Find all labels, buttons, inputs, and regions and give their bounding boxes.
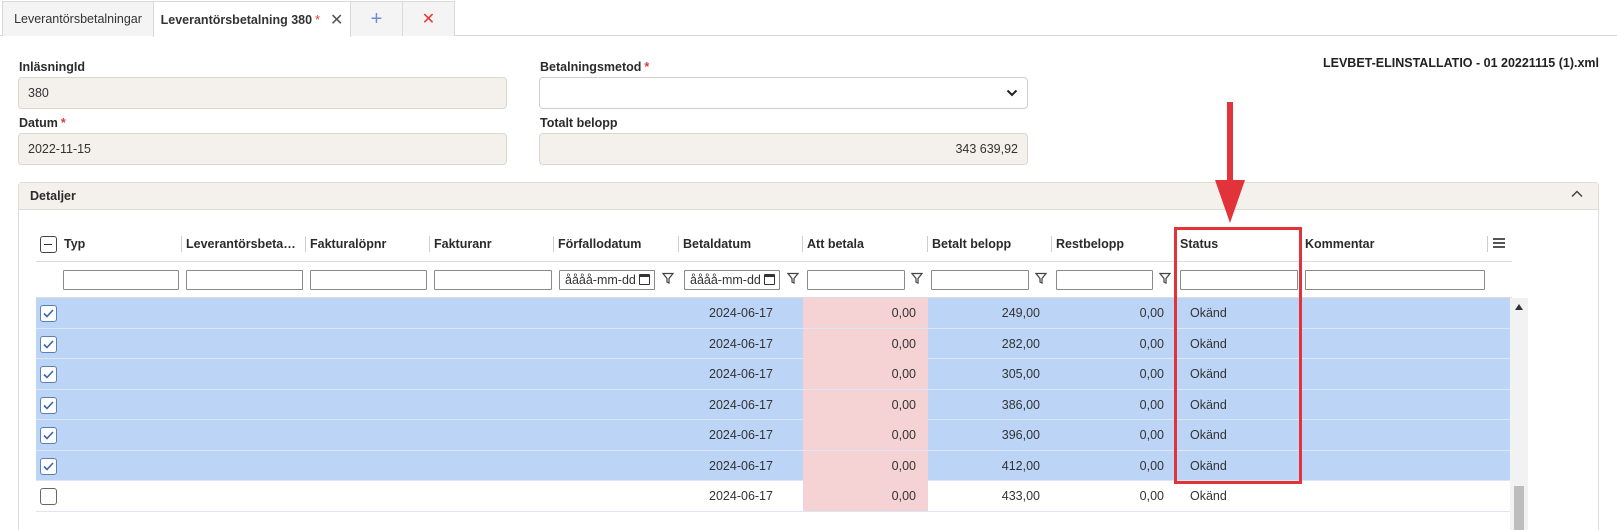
filter-icon[interactable] (787, 272, 799, 284)
col-fakturanr[interactable]: Fakturanr (430, 226, 554, 262)
col-betaldatum[interactable]: Betaldatum (679, 226, 803, 262)
calendar-icon (639, 274, 650, 285)
row-checkbox[interactable] (40, 488, 57, 505)
cell-betaldatum: 2024-06-17 (709, 489, 773, 503)
cell-restbelopp: 0,00 (1139, 397, 1164, 412)
cell-betaldatum: 2024-06-17 (709, 428, 773, 442)
grid-scrollbar[interactable] (1510, 298, 1528, 530)
cell-betalt-belopp: 386,00 (1001, 397, 1040, 412)
cell-betalt-belopp: 433,00 (1001, 489, 1040, 503)
totalt-belopp-field: 343 639,92 (539, 133, 1028, 165)
cell-restbelopp: 0,00 (1139, 367, 1164, 381)
cell-att-betala: 0,00 (803, 298, 928, 328)
annotation-arrow (1227, 102, 1233, 182)
filter-typ[interactable] (63, 270, 179, 290)
filter-leverantorsbetalning[interactable] (186, 270, 303, 290)
col-typ[interactable]: Typ (60, 226, 182, 262)
cell-status: Okänd (1190, 489, 1227, 503)
filter-icon[interactable] (1159, 272, 1171, 284)
totalt-belopp-label: Totalt belopp (540, 116, 618, 130)
file-name: LEVBET-ELINSTALLATIO - 01 20221115 (1).x… (1322, 56, 1599, 70)
select-all-checkbox[interactable] (40, 236, 57, 253)
betalningsmetod-select[interactable] (539, 77, 1028, 109)
calendar-icon (764, 274, 775, 285)
add-tab-button[interactable]: + (350, 1, 403, 36)
col-leverantorsbetalning[interactable]: Leverantörsbeta…↑ (182, 226, 306, 262)
row-checkbox[interactable] (40, 457, 57, 475)
cell-restbelopp: 0,00 (1139, 336, 1164, 351)
col-restbelopp[interactable]: Restbelopp (1052, 226, 1176, 262)
filter-icon[interactable] (1035, 272, 1047, 284)
filter-fakturalopnr[interactable] (310, 270, 427, 290)
cell-betalt-belopp: 396,00 (1001, 428, 1040, 442)
row-checkbox[interactable] (40, 396, 57, 414)
cell-betaldatum: 2024-06-17 (709, 336, 773, 351)
col-att-betala[interactable]: Att betala (803, 226, 928, 262)
row-checkbox[interactable] (40, 305, 57, 322)
required-mark: * (315, 12, 320, 27)
tab-leverantorsbetalning-380[interactable]: Leverantörsbetalning 380 * ✕ (153, 1, 351, 37)
cell-att-betala: 0,00 (803, 420, 928, 450)
col-forfallodatum[interactable]: Förfallodatum (554, 226, 679, 262)
close-icon: ✕ (421, 11, 436, 28)
scroll-thumb[interactable] (1514, 486, 1524, 530)
chevron-down-icon (1006, 89, 1018, 97)
filter-betalt-belopp[interactable] (931, 270, 1029, 290)
cell-betalt-belopp: 412,00 (1001, 458, 1040, 473)
cell-betaldatum: 2024-06-17 (709, 458, 773, 473)
plus-icon: + (370, 7, 383, 30)
cell-betalt-belopp: 305,00 (1001, 367, 1040, 381)
close-all-tabs-button[interactable]: ✕ (402, 1, 455, 36)
col-betalt-belopp[interactable]: Betalt belopp (928, 226, 1052, 262)
row-checkbox[interactable] (40, 335, 57, 353)
cell-att-betala: 0,00 (803, 359, 928, 389)
table-row[interactable]: 2024-06-17 0,00 433,00 0,00 Okänd (36, 481, 1512, 512)
inlasning-field: 380 (18, 77, 507, 109)
close-tab-icon[interactable]: ✕ (330, 10, 343, 30)
col-fakturalopnr[interactable]: Fakturalöpnr (306, 226, 430, 262)
filter-icon[interactable] (911, 272, 923, 284)
cell-att-betala: 0,00 (803, 481, 928, 511)
filter-kommentar[interactable] (1305, 270, 1485, 290)
betalningsmetod-label: Betalningsmetod * (540, 60, 650, 74)
cell-betalt-belopp: 282,00 (1001, 336, 1040, 351)
annotation-arrow-head (1215, 180, 1245, 223)
panel-title: Detaljer (30, 189, 76, 203)
column-menu-icon[interactable] (1493, 238, 1505, 250)
cell-att-betala: 0,00 (803, 450, 928, 481)
cell-betaldatum: 2024-06-17 (709, 306, 773, 320)
filter-forfallodatum[interactable]: åååå-mm-dd (559, 270, 655, 290)
cell-att-betala: 0,00 (803, 389, 928, 420)
row-checkbox[interactable] (40, 366, 57, 383)
cell-restbelopp: 0,00 (1139, 458, 1164, 473)
datum-label: Datum * (19, 116, 66, 130)
tab-leverantorsbetalningar[interactable]: Leverantörsbetalningar (2, 1, 154, 36)
cell-restbelopp: 0,00 (1139, 489, 1164, 503)
cell-betaldatum: 2024-06-17 (709, 367, 773, 381)
cell-restbelopp: 0,00 (1139, 428, 1164, 442)
row-checkbox[interactable] (40, 427, 57, 444)
scroll-up-icon[interactable] (1515, 304, 1523, 310)
cell-att-betala: 0,00 (803, 328, 928, 359)
inlasning-label: InläsningId (19, 60, 85, 74)
filter-icon[interactable] (662, 272, 674, 284)
tab-label: Leverantörsbetalningar (14, 12, 142, 26)
cell-betalt-belopp: 249,00 (1001, 306, 1040, 320)
col-kommentar[interactable]: Kommentar (1301, 226, 1488, 262)
filter-att-betala[interactable] (807, 270, 905, 290)
cell-betaldatum: 2024-06-17 (709, 397, 773, 412)
detaljer-header[interactable]: Detaljer (19, 183, 1598, 210)
filter-fakturanr[interactable] (434, 270, 552, 290)
tab-label: Leverantörsbetalning 380 (160, 12, 313, 27)
filter-restbelopp[interactable] (1056, 270, 1153, 290)
filter-betaldatum[interactable]: åååå-mm-dd (684, 270, 780, 290)
cell-restbelopp: 0,00 (1139, 306, 1164, 320)
annotation-highlight-box (1174, 227, 1302, 484)
chevron-up-icon[interactable] (1570, 187, 1584, 201)
tab-bar: Leverantörsbetalningar Leverantörsbetaln… (0, 0, 1617, 37)
datum-field: 2022-11-15 (18, 133, 507, 165)
